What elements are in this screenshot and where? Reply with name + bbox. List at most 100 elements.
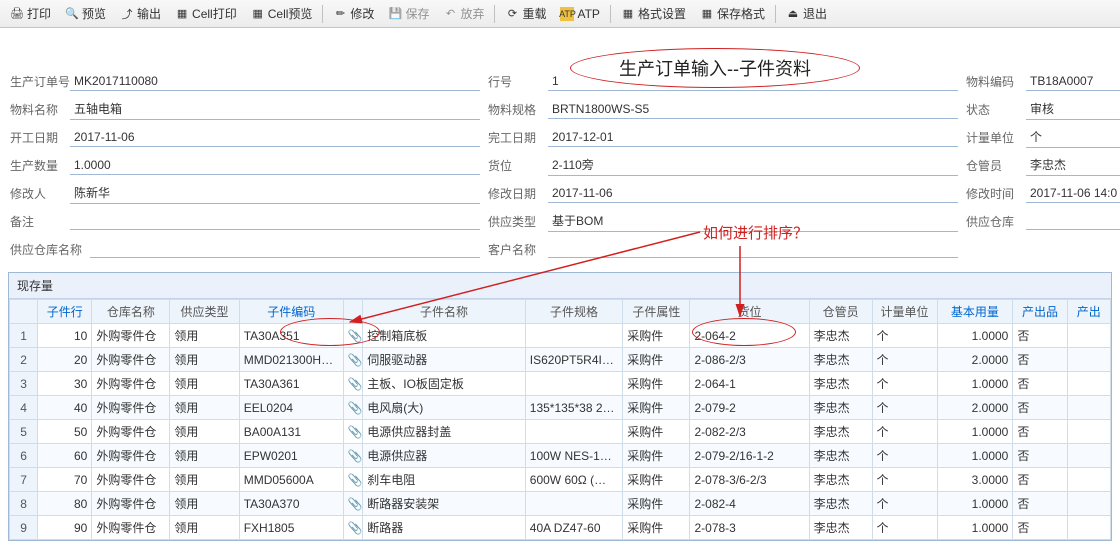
- table-row[interactable]: 660外购零件仓领用EPW0201📎电源供应器100W NES-1…采购件2-0…: [10, 444, 1111, 468]
- col-keeper[interactable]: 仓管员: [809, 300, 872, 324]
- status-value[interactable]: 审核: [1026, 98, 1120, 120]
- print-button[interactable]: 🖨打印: [4, 3, 57, 24]
- table-row[interactable]: 990外购零件仓领用FXH1805📎断路器40A DZ47-60采购件2-078…: [10, 516, 1111, 540]
- custname-label: 客户名称: [488, 241, 548, 258]
- cell-bin: 2-078-3/6-2/3: [690, 468, 809, 492]
- cell-wh: 外购零件仓: [92, 444, 170, 468]
- col-childattr[interactable]: 子件属性: [623, 300, 690, 324]
- output-button[interactable]: ⤴输出: [114, 3, 167, 24]
- cell-keep: 李忠杰: [809, 396, 872, 420]
- startdate-value[interactable]: 2017-11-06: [70, 128, 480, 147]
- attachment-icon[interactable]: 📎: [343, 492, 363, 516]
- col-childcode[interactable]: 子件编码: [239, 300, 343, 324]
- attachment-icon[interactable]: 📎: [343, 516, 363, 540]
- moddate-label: 修改日期: [488, 185, 548, 202]
- col-whname[interactable]: 仓库名称: [92, 300, 170, 324]
- save-button[interactable]: 💾保存: [382, 3, 435, 24]
- col-childline[interactable]: 子件行: [38, 300, 92, 324]
- table-row[interactable]: 550外购零件仓领用BA00A131📎电源供应器封盖采购件2-082-2/3李忠…: [10, 420, 1111, 444]
- abandon-button[interactable]: ↶放弃: [437, 3, 490, 24]
- cell-preview-icon: ▦: [251, 7, 265, 21]
- remark-label: 备注: [10, 213, 70, 230]
- modtime-label: 修改时间: [966, 185, 1026, 202]
- cell-wh: 外购零件仓: [92, 420, 170, 444]
- cellprint-button[interactable]: ▦Cell打印: [169, 3, 243, 24]
- col-baseqty[interactable]: 基本用量: [937, 300, 1013, 324]
- status-label: 状态: [966, 101, 1026, 118]
- cell-out: 否: [1013, 516, 1067, 540]
- col-childspec[interactable]: 子件规格: [525, 300, 623, 324]
- table-row[interactable]: 880外购零件仓领用TA30A370📎断路器安装架采购件2-082-4李忠杰个1…: [10, 492, 1111, 516]
- attachment-icon[interactable]: 📎: [343, 420, 363, 444]
- table-row[interactable]: 110外购零件仓领用TA30A351📎控制箱底板采购件2-064-2李忠杰个1.…: [10, 324, 1111, 348]
- attachment-icon[interactable]: 📎: [343, 444, 363, 468]
- attachment-icon[interactable]: 📎: [343, 348, 363, 372]
- moddate-value[interactable]: 2017-11-06: [548, 184, 958, 203]
- cell-name: 电源供应器封盖: [363, 420, 526, 444]
- col-uom[interactable]: 计量单位: [872, 300, 937, 324]
- cell-uom: 个: [872, 324, 937, 348]
- col-suptype[interactable]: 供应类型: [170, 300, 239, 324]
- order-no-label: 生产订单号: [10, 73, 70, 90]
- cell-attr: 采购件: [623, 324, 690, 348]
- matname-label: 物料名称: [10, 101, 70, 118]
- cell-attr: 采购件: [623, 516, 690, 540]
- qty-value[interactable]: 1.0000: [70, 156, 480, 175]
- cell-line: 50: [38, 420, 92, 444]
- cell-uom: 个: [872, 468, 937, 492]
- modby-value[interactable]: 陈新华: [70, 182, 480, 204]
- remark-value[interactable]: [70, 212, 480, 230]
- title-text: 生产订单输入--子件资料: [619, 55, 811, 81]
- cell-spec: [525, 372, 623, 396]
- reload-button[interactable]: ⟳重载: [499, 3, 552, 24]
- supwh-value[interactable]: [1026, 212, 1120, 230]
- col-clip[interactable]: [343, 300, 363, 324]
- exit-button[interactable]: ⏏退出: [780, 3, 833, 24]
- col-outrate[interactable]: 产出: [1067, 300, 1110, 324]
- cell-qty: 1.0000: [937, 372, 1013, 396]
- modtime-value[interactable]: 2017-11-06 14:0: [1026, 184, 1120, 203]
- col-rownum[interactable]: [10, 300, 38, 324]
- matspec-value[interactable]: BRTN1800WS-S5: [548, 100, 958, 119]
- cell-typ: 领用: [170, 372, 239, 396]
- atp-button[interactable]: ATPATP: [554, 5, 605, 23]
- col-bin[interactable]: 货位: [690, 300, 809, 324]
- table-body: 110外购零件仓领用TA30A351📎控制箱底板采购件2-064-2李忠杰个1.…: [10, 324, 1111, 540]
- remark-field: 备注: [10, 210, 480, 232]
- edit-button[interactable]: ✏修改: [327, 3, 380, 24]
- attachment-icon[interactable]: 📎: [343, 372, 363, 396]
- col-childname[interactable]: 子件名称: [363, 300, 526, 324]
- matname-value[interactable]: 五轴电箱: [70, 98, 480, 120]
- attachment-icon[interactable]: 📎: [343, 324, 363, 348]
- cell-line: 40: [38, 396, 92, 420]
- cell-rownum: 2: [10, 348, 38, 372]
- table-row[interactable]: 330外购零件仓领用TA30A361📎主板、IO板固定板采购件2-064-1李忠…: [10, 372, 1111, 396]
- attachment-icon[interactable]: 📎: [343, 468, 363, 492]
- cellpreview-button[interactable]: ▦Cell预览: [245, 3, 319, 24]
- supwhname-value[interactable]: [90, 240, 480, 258]
- bin-value[interactable]: 2-110旁: [548, 154, 958, 176]
- table-row[interactable]: 770外购零件仓领用MMD05600A📎刹车电阻600W 60Ω (…采购件2-…: [10, 468, 1111, 492]
- col-output[interactable]: 产出品: [1013, 300, 1067, 324]
- save-icon: 💾: [388, 7, 402, 21]
- cell-typ: 领用: [170, 348, 239, 372]
- cell-attr: 采购件: [623, 348, 690, 372]
- uom-value[interactable]: 个: [1026, 126, 1120, 148]
- format-button[interactable]: ▦格式设置: [615, 3, 692, 24]
- cell-keep: 李忠杰: [809, 324, 872, 348]
- saveformat-button[interactable]: ▦保存格式: [694, 3, 771, 24]
- preview-button[interactable]: 🔍预览: [59, 3, 112, 24]
- table-row[interactable]: 440外购零件仓领用EEL0204📎电风扇(大)135*135*38 2…采购件…: [10, 396, 1111, 420]
- pencil-icon: ✏: [333, 7, 347, 21]
- order-no-value[interactable]: MK2017110080: [70, 72, 480, 91]
- table-row[interactable]: 220外购零件仓领用MMD021300H…📎伺服驱动器IS620PT5R4I…采…: [10, 348, 1111, 372]
- attachment-icon[interactable]: 📎: [343, 396, 363, 420]
- abandon-label: 放弃: [460, 5, 484, 22]
- enddate-value[interactable]: 2017-12-01: [548, 128, 958, 147]
- keeper-value[interactable]: 李忠杰: [1026, 154, 1120, 176]
- cell-outrate: [1067, 468, 1110, 492]
- matcode-value[interactable]: TB18A0007: [1026, 72, 1120, 91]
- table-title[interactable]: 现存量: [9, 273, 1111, 299]
- cell-spec: IS620PT5R4I…: [525, 348, 623, 372]
- cell-code: MMD021300H…: [239, 348, 343, 372]
